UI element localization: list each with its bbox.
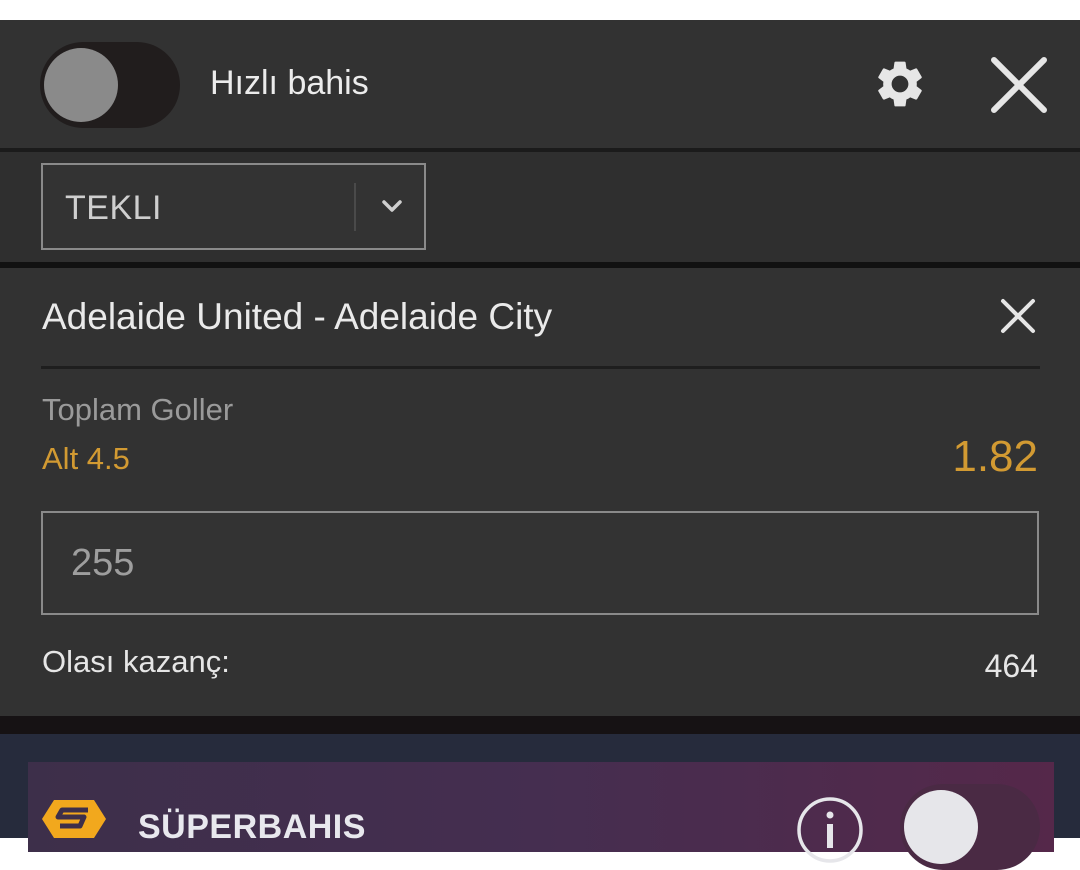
- super-bet-logo-icon: [42, 800, 106, 838]
- bet-slip-card: Adelaide United - Adelaide City Toplam G…: [0, 268, 1080, 716]
- divider: [0, 716, 1080, 734]
- divider: [41, 366, 1040, 369]
- bet-type-row: TEKLI: [0, 152, 1080, 262]
- remove-bet-icon[interactable]: [998, 296, 1038, 336]
- winnings-label: Olası kazanç:: [42, 644, 230, 679]
- select-divider: [354, 183, 356, 231]
- selection-name: Alt 4.5: [42, 441, 130, 476]
- bet-type-value: TEKLI: [65, 189, 162, 227]
- super-bet-panel: SÜPERBAHIS: [28, 762, 1054, 870]
- toggle-knob: [44, 48, 118, 122]
- super-bet-title: SÜPERBAHIS: [138, 808, 366, 846]
- gear-icon[interactable]: [872, 56, 928, 112]
- market-name: Toplam Goller: [42, 392, 234, 427]
- match-title: Adelaide United - Adelaide City: [42, 296, 553, 337]
- bet-type-select[interactable]: TEKLI: [41, 163, 426, 250]
- odds-value: 1.82: [952, 432, 1038, 481]
- chevron-down-icon[interactable]: [377, 191, 407, 221]
- quick-bet-toggle[interactable]: [40, 42, 180, 128]
- quick-bet-label: Hızlı bahis: [210, 64, 369, 102]
- stake-input[interactable]: [41, 511, 1039, 615]
- quick-bet-header: Hızlı bahis: [0, 20, 1080, 148]
- winnings-value: 464: [984, 648, 1038, 684]
- super-bet-section: SÜPERBAHIS: [0, 734, 1080, 870]
- info-icon[interactable]: [796, 796, 864, 864]
- super-bet-toggle[interactable]: [900, 784, 1040, 870]
- close-icon[interactable]: [988, 54, 1050, 116]
- toggle-knob: [904, 790, 978, 864]
